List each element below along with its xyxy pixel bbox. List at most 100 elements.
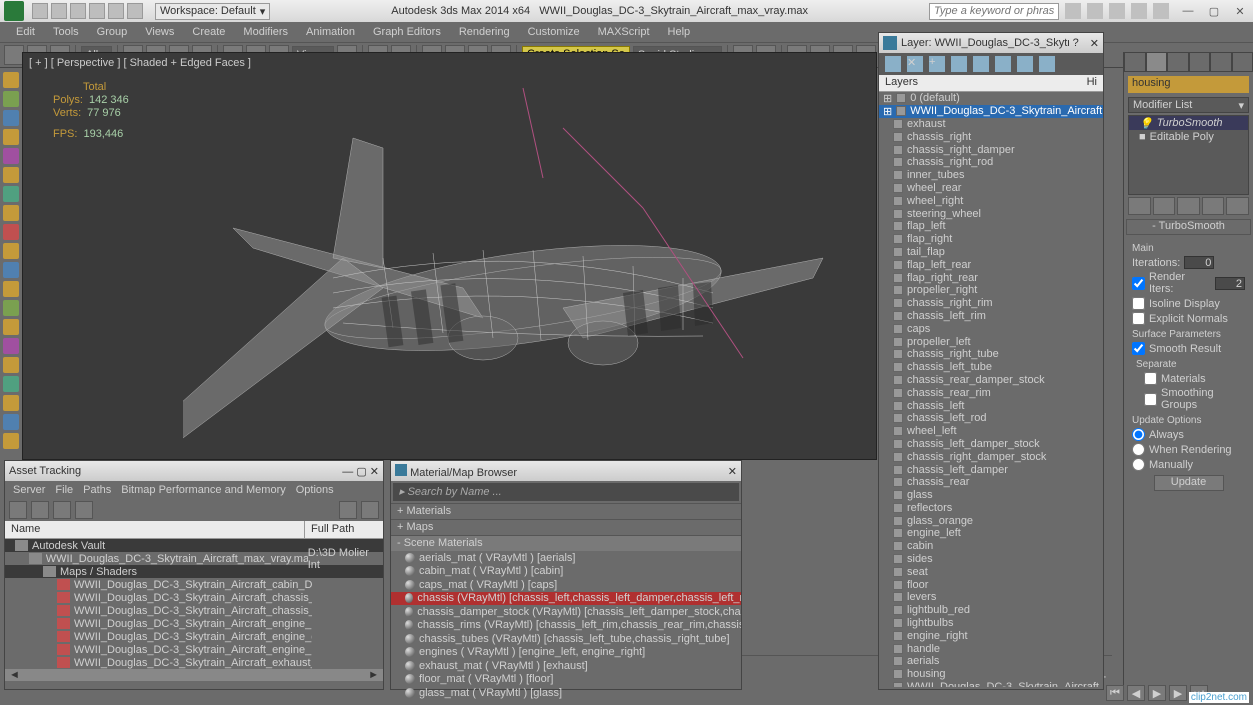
explicit-check[interactable] [1132,312,1145,325]
prev-frame-icon[interactable]: ◀ [1127,685,1145,701]
tool-11-icon[interactable] [3,262,19,278]
asset-tb4-icon[interactable] [75,501,93,519]
open-icon[interactable] [51,3,67,19]
show-result-icon[interactable] [1153,197,1176,215]
workspace-selector[interactable]: Workspace: Default ▾ [155,3,270,20]
matbr-cat-materials[interactable]: + Materials [391,503,741,519]
asset-max-icon[interactable]: ▢ [356,466,366,478]
smooth-check[interactable] [1132,342,1145,355]
menu-create[interactable]: Create [184,24,233,40]
layer-tb8-icon[interactable] [1039,56,1055,72]
layer-row[interactable]: seat [879,565,1103,578]
help-search-input[interactable] [929,3,1059,20]
tool-15-icon[interactable] [3,338,19,354]
asset-row[interactable]: WWII_Douglas_DC-3_Skytrain_Aircraft_chas… [5,591,383,604]
tool-8-icon[interactable] [3,205,19,221]
pin-stack-icon[interactable] [1128,197,1151,215]
layer-row[interactable]: chassis_left_rim [879,310,1103,323]
layer-row[interactable]: chassis_right_rod [879,156,1103,169]
material-row[interactable]: chassis_damper_stock (VRayMtl) [chassis_… [391,605,741,619]
asset-menu-paths[interactable]: Paths [83,484,111,496]
asset-tb2-icon[interactable] [31,501,49,519]
material-row[interactable]: chassis_rims (VRayMtl) [chassis_left_rim… [391,619,741,633]
asset-tb6-icon[interactable] [361,501,379,519]
minimize-button[interactable]: — [1175,2,1201,20]
layer-hide-icon[interactable] [995,56,1011,72]
layer-row[interactable]: chassis_right_damper [879,143,1103,156]
layer-select-icon[interactable] [951,56,967,72]
menu-maxscript[interactable]: MAXScript [590,24,658,40]
layer-row[interactable]: exhaust [879,118,1103,131]
menu-customize[interactable]: Customize [520,24,588,40]
layer-highlight-icon[interactable] [973,56,989,72]
tool-13-icon[interactable] [3,300,19,316]
layer-row[interactable]: caps [879,322,1103,335]
stack-turbosmooth[interactable]: 💡 TurboSmooth [1129,116,1248,130]
asset-row[interactable]: WWII_Douglas_DC-3_Skytrain_Aircraft_engi… [5,617,383,630]
layer-freeze-icon[interactable] [1017,56,1033,72]
iterations-spinner[interactable]: 0 [1184,256,1214,269]
asset-row[interactable]: WWII_Douglas_DC-3_Skytrain_Aircraft_engi… [5,630,383,643]
layer-row[interactable]: flap_left_rear [879,258,1103,271]
asset-menu-file[interactable]: File [55,484,73,496]
layer-row[interactable]: wheel_left [879,425,1103,438]
remove-mod-icon[interactable] [1202,197,1225,215]
tool-20-icon[interactable] [3,433,19,449]
material-row[interactable]: cabin_mat ( VRayMtl ) [cabin] [391,565,741,579]
exchange-icon[interactable] [1109,3,1125,19]
maximize-button[interactable]: ▢ [1201,2,1227,20]
material-row[interactable]: engines ( VRayMtl ) [engine_left, engine… [391,646,741,660]
menu-tools[interactable]: Tools [45,24,87,40]
layer-new-icon[interactable] [885,56,901,72]
layer-row[interactable]: steering_wheel [879,207,1103,220]
menu-group[interactable]: Group [89,24,136,40]
layer-row[interactable]: chassis_rear [879,476,1103,489]
layer-row[interactable]: ⊞ 0 (default) [879,92,1103,105]
menu-modifiers[interactable]: Modifiers [235,24,296,40]
asset-row[interactable]: WWII_Douglas_DC-3_Skytrain_Aircraft_chas… [5,604,383,617]
tool-5-icon[interactable] [3,148,19,164]
layer-row[interactable]: flap_right_rear [879,271,1103,284]
layer-row[interactable]: wheel_right [879,194,1103,207]
rollout-header[interactable]: - TurboSmooth [1126,219,1251,235]
tool-12-icon[interactable] [3,281,19,297]
modifier-list-dropdown[interactable]: Modifier List ▾ [1128,97,1249,113]
save-icon[interactable] [70,3,86,19]
layer-row[interactable]: handle [879,642,1103,655]
layer-row[interactable]: cabin [879,540,1103,553]
layer-row[interactable]: chassis_left_tube [879,361,1103,374]
material-row[interactable]: chassis (VRayMtl) [chassis_left,chassis_… [391,592,741,606]
asset-menu-options[interactable]: Options [296,484,334,496]
tool-1-icon[interactable] [3,72,19,88]
asset-row[interactable]: WWII_Douglas_DC-3_Skytrain_Aircraft_engi… [5,643,383,656]
tool-3-icon[interactable] [3,110,19,126]
matbr-close-icon[interactable]: ✕ [728,465,737,478]
asset-col-name[interactable]: Name [5,521,305,538]
subscription-icon[interactable] [1087,3,1103,19]
app-logo-icon[interactable] [4,1,24,21]
layer-row[interactable]: lightbulb_red [879,604,1103,617]
unique-icon[interactable] [1177,197,1200,215]
layer-row[interactable]: glass_orange [879,514,1103,527]
modifier-stack[interactable]: 💡 TurboSmooth ■ Editable Poly [1128,115,1249,195]
layer-row[interactable]: ⊞ WWII_Douglas_DC-3_Skytrain_Aircraft [879,105,1103,118]
tool-7-icon[interactable] [3,186,19,202]
asset-row[interactable]: WWII_Douglas_DC-3_Skytrain_Aircraft_cabi… [5,578,383,591]
material-row[interactable]: glass_mat ( VRayMtl ) [glass] [391,686,741,700]
redo-icon[interactable] [108,3,124,19]
menu-rendering[interactable]: Rendering [451,24,518,40]
layer-close-icon[interactable]: ✕ [1090,37,1099,50]
layer-row[interactable]: engine_left [879,527,1103,540]
link-icon[interactable] [127,3,143,19]
matbr-cat-scene[interactable]: - Scene Materials [391,535,741,551]
layer-row[interactable]: chassis_left_damper [879,463,1103,476]
close-button[interactable]: ✕ [1227,2,1253,20]
render-iters-check[interactable] [1132,277,1145,290]
asset-row[interactable]: WWII_Douglas_DC-3_Skytrain_Aircraft_max_… [5,552,383,565]
update-render-radio[interactable] [1132,443,1145,456]
menu-graph-editors[interactable]: Graph Editors [365,24,449,40]
update-always-radio[interactable] [1132,428,1145,441]
matbr-search-input[interactable]: ▸ Search by Name ... [393,483,739,501]
render-iters-spinner[interactable]: 2 [1215,277,1245,290]
search-icon[interactable] [1065,3,1081,19]
